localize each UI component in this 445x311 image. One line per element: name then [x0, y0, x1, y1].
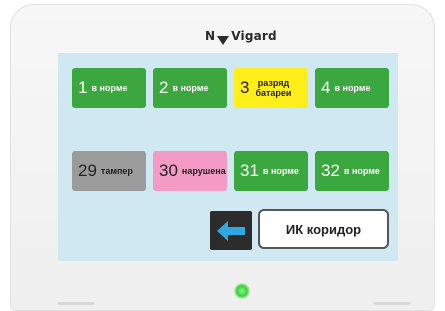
zone-number: 31	[240, 161, 259, 180]
zone-number: 4	[321, 78, 331, 97]
arrow-left-icon	[217, 220, 245, 241]
brand-logo: N Vigard	[205, 29, 277, 45]
brand-logo-left: N	[205, 29, 216, 43]
logo-triangle-icon	[217, 35, 230, 45]
status-led-indicator	[234, 283, 250, 299]
zone-status: в норме	[91, 83, 128, 93]
left-vent-slot	[58, 302, 94, 305]
zone-number: 30	[159, 161, 178, 180]
zone-button-31[interactable]: 31 в норме	[234, 151, 308, 191]
zone-status: в норме	[262, 166, 299, 176]
ir-corridor-label: ИК коридор	[285, 221, 362, 237]
zone-status: в норме	[343, 166, 380, 176]
right-vent-slot	[374, 302, 410, 305]
zone-status: в норме	[172, 83, 209, 93]
zone-status: тампер	[100, 166, 133, 176]
zone-button-3[interactable]: 3 разряд батареи	[234, 68, 308, 108]
zone-button-2[interactable]: 2 в норме	[153, 68, 227, 108]
zone-button-30[interactable]: 30 нарушена	[153, 151, 227, 191]
zone-number: 29	[78, 161, 97, 180]
zone-number: 32	[321, 161, 340, 180]
back-button[interactable]	[210, 211, 252, 250]
ir-corridor-button[interactable]: ИК коридор	[258, 209, 389, 249]
zone-status: нарушена	[181, 166, 226, 176]
zone-status: разряд батареи	[255, 78, 292, 98]
zone-number: 3	[240, 78, 250, 97]
zone-button-32[interactable]: 32 в норме	[315, 151, 389, 191]
zone-button-1[interactable]: 1 в норме	[72, 68, 146, 108]
zone-number: 1	[78, 78, 88, 97]
brand-logo-right: Vigard	[231, 29, 277, 43]
zone-button-29[interactable]: 29 тампер	[72, 151, 146, 191]
zone-number: 2	[159, 78, 169, 97]
zone-button-4[interactable]: 4 в норме	[315, 68, 389, 108]
zone-status: в норме	[334, 83, 371, 93]
